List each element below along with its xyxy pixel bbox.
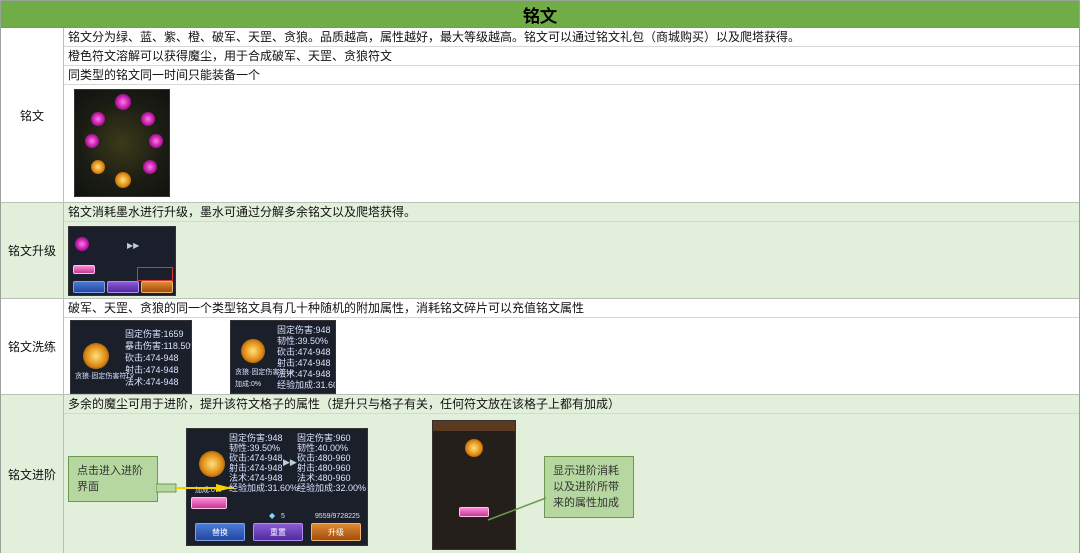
upgrade-screenshot: ▶▶ <box>68 226 176 296</box>
replace-button[interactable] <box>73 281 105 293</box>
stat-line: 经验加成:31.60% <box>277 380 335 390</box>
row-label-refine: 铭文洗练 <box>1 299 64 394</box>
stat-line: 固定伤害:1659 <box>125 329 184 339</box>
arrow-icon: ▶▶ <box>283 457 297 467</box>
diamond-icon: ◆ <box>269 511 276 520</box>
gem-icon <box>91 160 105 174</box>
refine-screenshot-2: 固定伤害:948 韧性:39.50% 砍击:474-948 射击:474-948… <box>230 320 336 394</box>
popup-header <box>433 421 515 431</box>
refine-screenshot-1: 固定伤害:1659 暴击伤害:118.50% 砍击:474-948 射击:474… <box>70 320 192 394</box>
stat-line: 砍击:474-948 <box>277 347 331 357</box>
text-line: 铭文消耗墨水进行升级，墨水可通过分解多余铭文以及爬塔获得。 <box>64 203 1079 222</box>
upgrade-button[interactable]: 升级 <box>311 523 361 541</box>
gem-icon <box>91 112 105 126</box>
section-inscription: 铭文 铭文分为绿、蓝、紫、橙、破军、天罡、贪狼。品质越高，属性越好，最大等级越高… <box>1 28 1079 203</box>
text-line: 橙色符文溶解可以获得魔尘，用于合成破军、天罡、贪狼符文 <box>64 47 1079 66</box>
section-refine: 铭文洗练 破军、天罡、贪狼的同一个类型铭文具有几十种随机的附加属性，消耗铭文碎片… <box>1 299 1079 395</box>
gem-icon <box>75 237 89 251</box>
gem-icon <box>115 94 131 110</box>
section-upgrade: 铭文升级 铭文消耗墨水进行升级，墨水可通过分解多余铭文以及爬塔获得。 ▶▶ <box>1 203 1079 299</box>
text-line: 多余的魔尘可用于进阶，提升该符文格子的属性（提升只与格子有关，任何符文放在该格子… <box>64 395 1079 414</box>
gem-icon <box>115 172 131 188</box>
reset-button[interactable]: 重置 <box>253 523 303 541</box>
callout-arrow-left <box>156 483 234 493</box>
gem-icon <box>83 343 109 369</box>
rune-caption: 贪狼·固定伤害符Lv <box>75 373 134 380</box>
callout-enter-advance: 点击进入进阶界面 <box>68 456 158 502</box>
callout-advance-info: 显示进阶消耗以及进阶所带来的属性加成 <box>544 456 634 518</box>
upgrade-small-button[interactable] <box>73 265 95 274</box>
bonus-text: 加成:0% <box>235 381 262 388</box>
gem-icon <box>149 134 163 148</box>
text-line: 铭文分为绿、蓝、紫、橙、破军、天罡、贪狼。品质越高，属性越好，最大等级越高。铭文… <box>64 28 1079 47</box>
advance-popup-screenshot <box>432 420 516 550</box>
stat-line: 暴击伤害:118.50% <box>125 341 192 351</box>
stat-line: 韧性:39.50% <box>277 336 329 346</box>
stat-line: 经验加成:31.60% <box>229 483 299 493</box>
section-advance: 铭文进阶 多余的魔尘可用于进阶，提升该符文格子的属性（提升只与格子有关，任何符文… <box>1 395 1079 553</box>
gem-icon <box>241 339 265 363</box>
row-label-advance: 铭文进阶 <box>1 395 64 553</box>
row-label-inscription: 铭文 <box>1 28 64 202</box>
stat-line: 砍击:474-948 <box>125 353 179 363</box>
text-line: 同类型的铭文同一时间只能装备一个 <box>64 66 1079 85</box>
reset-button[interactable] <box>107 281 139 293</box>
gem-icon <box>465 439 483 457</box>
inscription-wheel-screenshot <box>74 89 170 197</box>
stat-line: 经验加成:32.00% <box>297 483 367 493</box>
sheet-title: 铭文 <box>1 1 1079 28</box>
upgrade-button[interactable] <box>141 281 173 293</box>
ink-cost-highlight <box>137 267 173 281</box>
currency-count: 9559/9728225 <box>315 513 360 520</box>
rune-caption: 贪狼·固定伤害符Lv <box>235 369 294 376</box>
gem-icon <box>85 134 99 148</box>
gem-icon <box>141 112 155 126</box>
gem-count: 5 <box>281 513 285 520</box>
callout-arrow-right <box>487 497 547 521</box>
stat-line: 固定伤害:948 <box>277 325 331 335</box>
spreadsheet: 铭文 铭文 铭文分为绿、蓝、紫、橙、破军、天罡、贪狼。品质越高，属性越好，最大等… <box>0 0 1080 553</box>
replace-button[interactable]: 替换 <box>195 523 245 541</box>
row-label-upgrade: 铭文升级 <box>1 203 64 298</box>
arrow-icon: ▶▶ <box>127 241 140 250</box>
gem-icon <box>143 160 157 174</box>
text-line: 破军、天罡、贪狼的同一个类型铭文具有几十种随机的附加属性，消耗铭文碎片可以充值铭… <box>64 299 1079 318</box>
